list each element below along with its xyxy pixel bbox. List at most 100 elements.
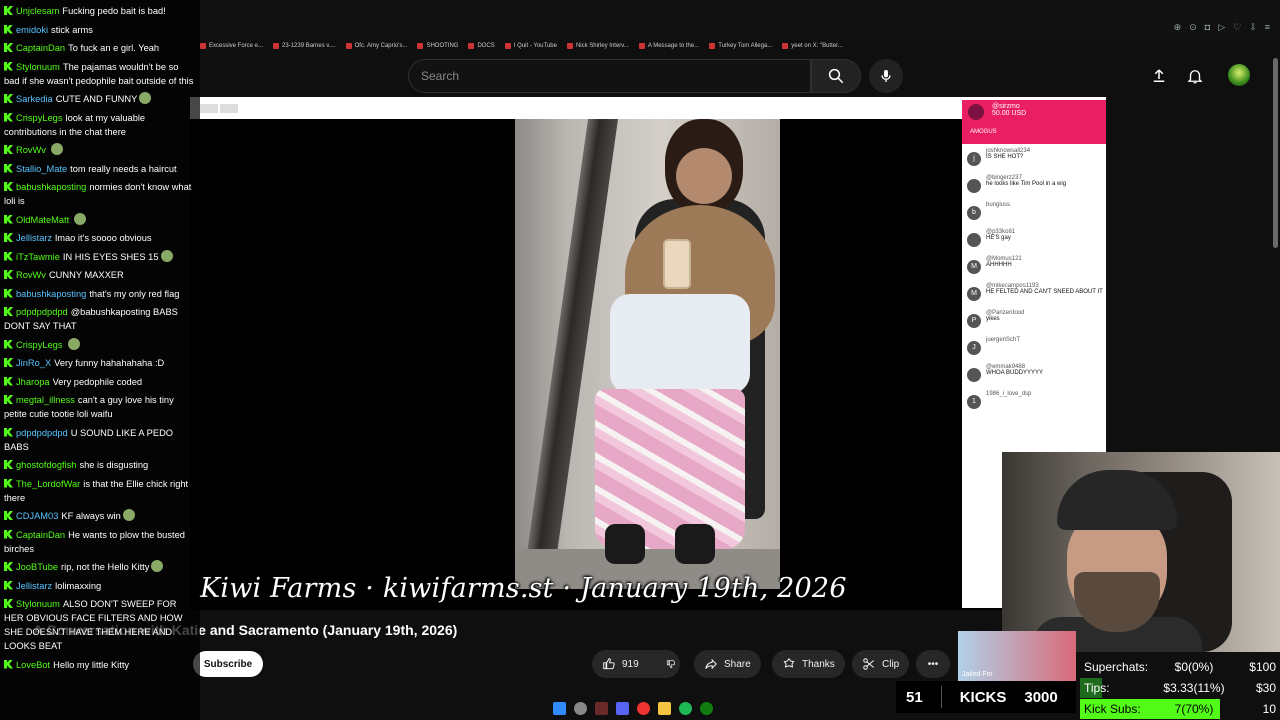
windows-start-icon[interactable] <box>553 701 566 715</box>
chat-text: Hello my little Kitty <box>53 659 130 670</box>
thanks-button[interactable]: Thanks <box>772 650 845 678</box>
chat-message: OldMateMatt <box>4 212 196 227</box>
video-tab-marker <box>220 104 238 113</box>
chat-username[interactable]: The_LordofWar <box>16 479 80 489</box>
page-scrollbar[interactable] <box>1273 58 1278 248</box>
kick-badge-icon <box>4 6 13 15</box>
kick-badge-icon <box>4 529 13 539</box>
chat-username[interactable]: Jharopa <box>16 377 50 387</box>
superchats-target: $100 <box>1249 660 1276 674</box>
chat-username[interactable]: Stylonuum <box>16 599 60 609</box>
play-icon[interactable]: ▷ <box>1218 22 1225 33</box>
chat-username[interactable]: Stylonuum <box>16 62 60 72</box>
chat-username[interactable]: pdpdpdpdpd <box>16 428 68 438</box>
chat-username[interactable]: iTzTawmie <box>16 252 60 262</box>
bookmark-item[interactable]: Ofc. Amy Caprio's... <box>345 43 407 49</box>
chat-username[interactable]: RovWv <box>16 270 46 280</box>
share-icon <box>705 658 717 670</box>
kick-badge-icon <box>4 43 13 52</box>
xbox-icon[interactable] <box>700 701 713 715</box>
chat-username[interactable]: LoveBot <box>16 660 50 670</box>
kick-badge-icon <box>4 339 13 349</box>
bookmark-icon <box>345 43 352 49</box>
favorite-icon[interactable]: ♡ <box>1233 22 1241 33</box>
bell-icon <box>1187 70 1203 84</box>
discord-icon[interactable] <box>616 701 629 715</box>
kick-badge-icon <box>4 460 13 469</box>
chat-username[interactable]: JooBTube <box>16 562 58 572</box>
chat-username[interactable]: CaptainDan <box>16 43 65 53</box>
chat-username[interactable]: megtal_illness <box>16 395 75 405</box>
chat-username[interactable]: ghostofdogfish <box>16 460 76 470</box>
chat-message: Jellistarz lolimaxxing <box>4 579 196 593</box>
chat-username[interactable]: OldMateMatt <box>16 215 69 225</box>
bookmark-item[interactable]: Nick Shirley Interv... <box>566 43 629 49</box>
avatar: b <box>967 206 981 220</box>
video-tab-marker <box>200 104 218 113</box>
subs-label: Kick Subs: <box>1084 702 1141 716</box>
dislike-button[interactable] <box>656 650 686 678</box>
bookmark-item[interactable]: A Message to the... <box>638 43 699 49</box>
app-icon[interactable] <box>595 701 608 715</box>
chat-username[interactable]: Unjclesam <box>16 6 59 16</box>
shield-icon[interactable]: ◘ <box>1205 22 1210 33</box>
chat-username[interactable]: CrispyLegs <box>16 340 63 350</box>
chat-text: IN HIS EYES SHES 15 <box>62 251 159 262</box>
more-actions-button[interactable]: ••• <box>916 650 950 678</box>
upload-button[interactable] <box>1149 66 1169 86</box>
account-avatar[interactable] <box>1228 64 1250 86</box>
zoom-icon[interactable]: ⊕ <box>1174 22 1182 33</box>
chat-username[interactable]: CrispyLegs <box>16 113 63 123</box>
chat-username[interactable]: pdpdpdpdpd <box>16 307 68 317</box>
chat-username[interactable]: emidoki <box>16 25 48 35</box>
bookmark-item[interactable]: DOCS <box>468 43 495 49</box>
search-icon[interactable] <box>574 701 587 715</box>
side-chat-text: HE FELTED AND CAN'T SNEED ABOUT IT <box>986 289 1103 295</box>
side-chat-message: b bungluss <box>962 202 1106 228</box>
chat-username[interactable]: Stallio_Mate <box>16 164 67 174</box>
clip-button[interactable]: Clip <box>852 650 910 678</box>
extension-icon[interactable]: ⊙ <box>1189 22 1197 33</box>
chat-text: Very funny hahahahaha :D <box>54 358 165 368</box>
chat-text: tom really needs a haircut <box>70 163 177 174</box>
chat-text: that's my only red flag <box>89 288 180 299</box>
bookmark-label: I Quit - YouTube <box>513 43 557 49</box>
menu-icon[interactable]: ≡ <box>1265 22 1270 33</box>
side-chat-message: @emmak9488 WHOA BUDDYYYYY <box>962 364 1106 390</box>
bookmark-item[interactable]: Excessive Force e... <box>200 43 263 49</box>
subscribe-button[interactable]: Subscribe <box>193 651 263 677</box>
superchat-amount: 50.00 USD <box>992 110 1027 117</box>
kick-badge-icon <box>4 24 13 34</box>
chat-username[interactable]: Jellistarz <box>16 581 52 591</box>
chat-text: Fucking pedo bait is bad! <box>62 6 166 16</box>
side-chat-message: @bingerz237 he looks like Tim Pool in a w… <box>962 175 1106 201</box>
share-button[interactable]: Share <box>694 650 761 678</box>
chat-username[interactable]: babushkaposting <box>16 182 86 192</box>
notifications-button[interactable] <box>1185 66 1205 86</box>
spotify-icon[interactable] <box>679 701 692 715</box>
kick-badge-icon <box>4 478 13 488</box>
tips-target: $30 <box>1255 681 1276 695</box>
chat-username[interactable]: babushkaposting <box>16 289 86 299</box>
bookmark-item[interactable]: I Quit - YouTube <box>504 43 557 49</box>
avatar: 1 <box>967 395 981 409</box>
chat-message: babushkaposting that's my only red flag <box>4 287 196 301</box>
bookmark-item[interactable]: SHOOTING <box>417 43 458 49</box>
search-button[interactable] <box>811 59 861 93</box>
chat-username[interactable]: RovWv <box>16 145 46 155</box>
bookmark-item[interactable]: Turkey Tom Allega... <box>709 43 772 49</box>
chat-username[interactable]: CaptainDan <box>16 530 65 540</box>
chat-username[interactable]: Jellistarz <box>16 233 52 243</box>
bookmark-item[interactable]: yeet on X: "Butter... <box>782 43 843 49</box>
kick-badge-icon <box>4 163 13 173</box>
search-input[interactable]: Search <box>408 59 811 93</box>
voice-search-button[interactable] <box>869 59 903 93</box>
side-chat-text: AHHHHH <box>986 262 1012 268</box>
download-icon[interactable]: ⇩ <box>1249 22 1257 33</box>
folder-icon[interactable] <box>658 701 671 715</box>
bookmark-item[interactable]: 23-1239 Barnes v.... <box>273 43 336 49</box>
chat-username[interactable]: JinRo_X <box>16 358 51 368</box>
chat-username[interactable]: CDJAM03 <box>16 511 58 521</box>
chat-username[interactable]: Sarkedia <box>16 94 53 104</box>
browser-icon[interactable] <box>637 701 650 715</box>
